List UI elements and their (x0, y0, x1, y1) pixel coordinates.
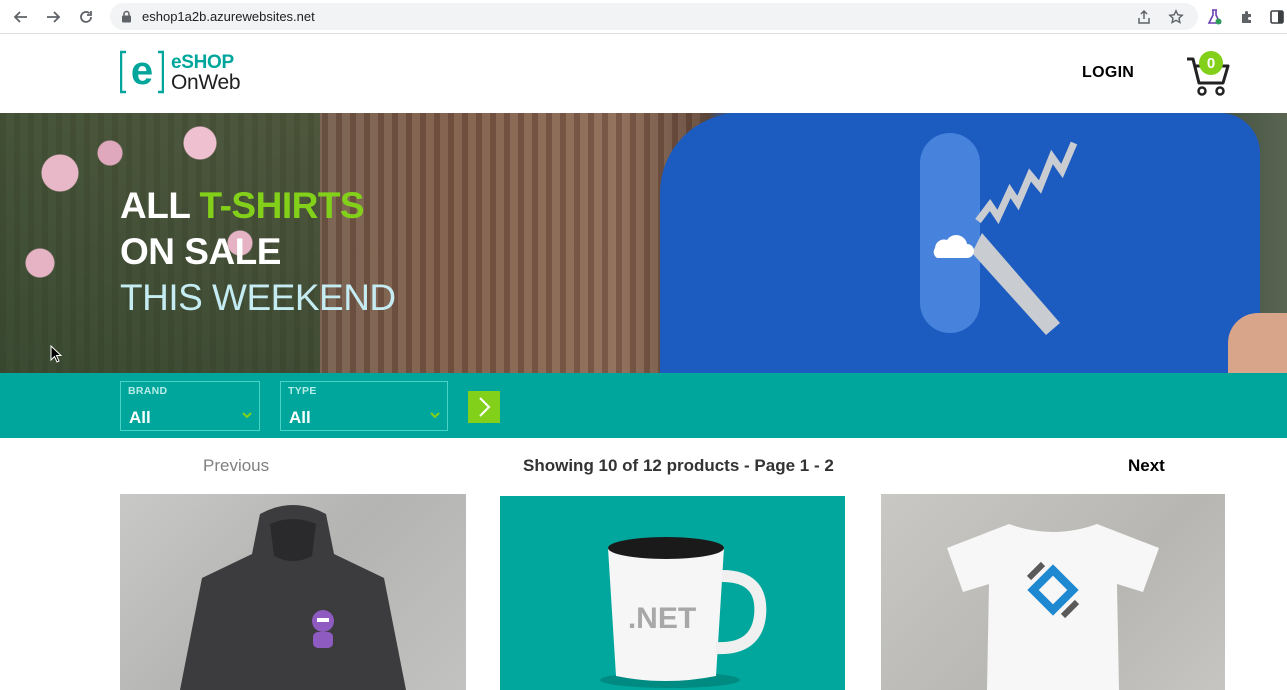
lock-icon[interactable] (121, 10, 132, 28)
type-filter-value: All (289, 408, 311, 427)
brand-filter-label: BRAND (128, 385, 168, 397)
mug-net-text: .NET (628, 602, 696, 635)
hero-banner: ALL T-SHIRTS ON SALE THIS WEEKEND (0, 113, 1287, 373)
share-icon[interactable] (1135, 8, 1153, 26)
forward-icon[interactable] (42, 6, 64, 28)
product-image-hoodie[interactable] (120, 494, 466, 690)
login-link[interactable]: LOGIN (1082, 64, 1134, 82)
knife-graphic-icon (920, 133, 1078, 335)
next-page-link[interactable]: Next (1128, 456, 1165, 476)
url-text: eshop1a2b.azurewebsites.net (142, 9, 315, 24)
hero-line-1: ALL T-SHIRTS (120, 185, 365, 226)
brand-filter-value: All (129, 408, 151, 427)
cart-count-badge[interactable]: 0 (1199, 51, 1223, 75)
apply-filter-button[interactable] (468, 391, 500, 423)
chevron-down-icon (430, 412, 440, 419)
product-image-tshirt[interactable] (881, 494, 1225, 690)
type-filter-select[interactable]: TYPE All (280, 381, 448, 431)
mouse-cursor-icon (50, 345, 62, 363)
sidebar-icon[interactable] (1266, 6, 1287, 28)
site-header: e eSHOP OnWeb LOGIN 0 (0, 35, 1287, 113)
pager: Previous Showing 10 of 12 products - Pag… (0, 438, 1287, 494)
hero-line-3: THIS WEEKEND (120, 277, 396, 318)
browser-toolbar: eshop1a2b.azurewebsites.net (0, 0, 1287, 34)
hero-blue-tshirt (660, 113, 1260, 373)
star-icon[interactable] (1167, 8, 1185, 26)
logo-mark-icon: e (120, 50, 164, 94)
reload-icon[interactable] (75, 6, 97, 28)
type-filter-label: TYPE (288, 385, 317, 397)
hero-line-2: ON SALE (120, 231, 281, 272)
svg-text:e: e (131, 50, 153, 93)
chevron-right-icon (479, 397, 491, 417)
eshop-logo[interactable]: e eSHOP OnWeb (120, 49, 250, 95)
hoodie-image (180, 505, 406, 690)
chevron-down-icon (242, 412, 252, 419)
tshirt-image (947, 524, 1159, 690)
hero-accent-text: T-SHIRTS (199, 185, 365, 226)
mug-image: .NET (600, 537, 767, 688)
pager-info-text: Showing 10 of 12 products - Page 1 - 2 (523, 456, 834, 475)
hero-arm (1228, 313, 1287, 373)
filter-bar: BRAND All TYPE All (0, 373, 1287, 438)
back-icon[interactable] (10, 6, 32, 28)
product-image-mug[interactable]: .NET (500, 496, 845, 690)
previous-page-link[interactable]: Previous (203, 456, 269, 476)
extensions-icon[interactable] (1236, 6, 1258, 28)
logo-text-onweb: OnWeb (171, 71, 241, 94)
brand-filter-select[interactable]: BRAND All (120, 381, 260, 431)
hero-headline: ALL T-SHIRTS ON SALE THIS WEEKEND (120, 183, 396, 321)
address-bar[interactable]: eshop1a2b.azurewebsites.net (110, 3, 1198, 30)
flask-icon[interactable] (1204, 6, 1226, 28)
